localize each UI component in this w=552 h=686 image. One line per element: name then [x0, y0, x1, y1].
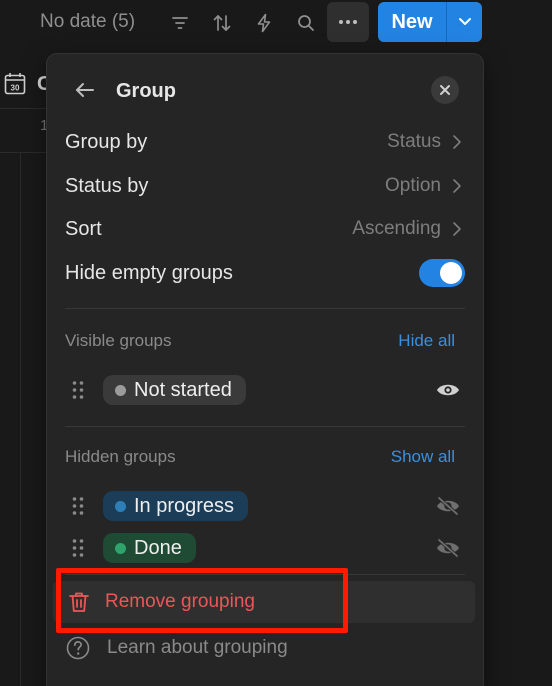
- app-root: No date (5) New 30 C 1 Group Group by St…: [0, 0, 552, 686]
- panel-title: Group: [116, 80, 176, 102]
- status-dot: [115, 542, 126, 554]
- chevron-right-icon: [453, 179, 461, 193]
- group-by-row[interactable]: Group by Status: [65, 122, 465, 162]
- view-tab-no-date[interactable]: No date (5): [40, 11, 135, 33]
- show-all-button[interactable]: Show all: [391, 447, 455, 467]
- group-row-in-progress[interactable]: In progress: [65, 488, 461, 524]
- chevron-right-icon: [453, 222, 461, 236]
- setting-value: Option: [385, 175, 465, 197]
- status-tag-done: Done: [103, 533, 196, 563]
- hidden-groups-header: Hidden groups Show all: [65, 445, 455, 469]
- status-by-value: Option: [385, 175, 441, 196]
- new-button-label: New: [391, 10, 433, 33]
- status-dot: [115, 500, 126, 512]
- eye-off-icon[interactable]: [435, 538, 461, 558]
- setting-value: Ascending: [352, 218, 465, 240]
- status-tag-label: In progress: [134, 494, 235, 517]
- setting-label: Hide empty groups: [65, 261, 233, 284]
- group-row-not-started[interactable]: Not started: [65, 372, 461, 408]
- group-settings-panel: Group Group by Status Status by Option S…: [47, 54, 483, 686]
- section-label: Visible groups: [65, 331, 172, 350]
- drag-handle-icon: [72, 539, 84, 557]
- more-icon[interactable]: [327, 2, 369, 42]
- hide-all-button[interactable]: Hide all: [398, 331, 455, 351]
- sort-value: Ascending: [352, 218, 441, 239]
- toggle-knob: [440, 262, 462, 284]
- status-by-row[interactable]: Status by Option: [65, 166, 465, 206]
- learn-about-grouping-link[interactable]: Learn about grouping: [65, 632, 288, 664]
- status-tag-label: Not started: [134, 378, 232, 401]
- view-toolbar: No date (5) New: [0, 0, 552, 48]
- new-button[interactable]: New: [378, 2, 482, 42]
- background-divider: [0, 108, 48, 109]
- eye-off-icon[interactable]: [435, 496, 461, 516]
- chevron-right-icon: [453, 135, 461, 149]
- section-label: Hidden groups: [65, 447, 176, 466]
- status-tag-label: Done: [134, 536, 182, 559]
- visible-groups-header: Visible groups Hide all: [65, 329, 455, 353]
- eye-icon[interactable]: [435, 380, 461, 400]
- status-dot: [115, 384, 126, 396]
- setting-label: Sort: [65, 217, 102, 240]
- hide-empty-groups-toggle[interactable]: [419, 259, 465, 287]
- learn-about-grouping-label: Learn about grouping: [107, 637, 288, 658]
- panel-header: Group: [47, 68, 483, 108]
- help-icon: [66, 636, 90, 660]
- background-divider: [0, 152, 48, 153]
- search-icon[interactable]: [294, 11, 318, 35]
- calendar-icon: 30: [4, 72, 26, 96]
- close-icon[interactable]: [431, 76, 459, 104]
- annotation-highlight-box: [56, 568, 348, 633]
- group-row-done[interactable]: Done: [65, 530, 461, 566]
- section-divider: [65, 308, 465, 309]
- hide-empty-groups-row: Hide empty groups: [65, 253, 465, 293]
- setting-label: Group by: [65, 130, 148, 153]
- chevron-down-icon[interactable]: [447, 17, 482, 27]
- automation-icon[interactable]: [252, 11, 276, 35]
- setting-label: Status by: [65, 174, 149, 197]
- back-arrow-icon[interactable]: [73, 78, 97, 102]
- status-tag-not-started: Not started: [103, 375, 246, 405]
- sort-icon[interactable]: [210, 11, 234, 35]
- background-column-line: [20, 153, 21, 686]
- drag-handle-icon: [72, 497, 84, 515]
- drag-handle-icon: [72, 381, 84, 399]
- sort-row[interactable]: Sort Ascending: [65, 209, 465, 249]
- svg-text:30: 30: [11, 84, 20, 93]
- filter-icon[interactable]: [168, 11, 192, 35]
- section-divider: [65, 426, 465, 427]
- status-tag-in-progress: In progress: [103, 491, 249, 521]
- setting-value: Status: [387, 131, 465, 153]
- group-by-value: Status: [387, 131, 441, 152]
